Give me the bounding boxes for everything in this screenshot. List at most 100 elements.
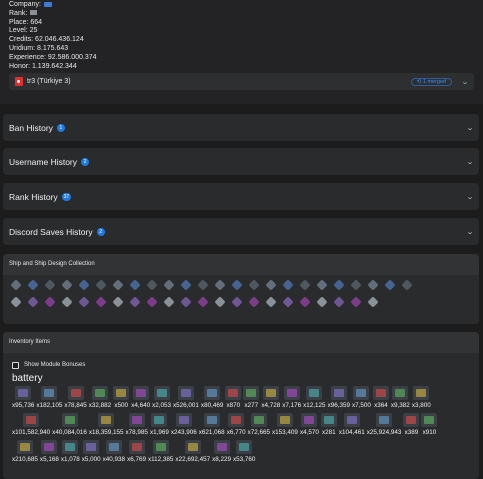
- ship-thumbnail[interactable]: [264, 295, 278, 309]
- ship-thumbnail[interactable]: [247, 295, 261, 309]
- inventory-item[interactable]: x80,469: [201, 386, 223, 410]
- inventory-item[interactable]: x4,570: [300, 413, 319, 437]
- ship-thumbnail[interactable]: [349, 278, 363, 292]
- inventory-item[interactable]: x78,985: [126, 413, 148, 437]
- ship-thumbnail[interactable]: [94, 278, 108, 292]
- inventory-item[interactable]: x5,000: [82, 440, 101, 464]
- inventory-item[interactable]: x101,582,940: [12, 413, 50, 437]
- ship-thumbnail[interactable]: [281, 278, 295, 292]
- accordion-discord-saves-history[interactable]: Discord Saves History 2 ⌄: [3, 218, 479, 245]
- inventory-item[interactable]: x210,685: [12, 440, 38, 464]
- ship-thumbnail[interactable]: [60, 295, 74, 309]
- ship-thumbnail[interactable]: [128, 278, 142, 292]
- inventory-item[interactable]: x153,409: [272, 413, 298, 437]
- ship-thumbnail[interactable]: [298, 278, 312, 292]
- inventory-item[interactable]: x9,382: [391, 386, 410, 410]
- inventory-item[interactable]: x281: [320, 413, 337, 437]
- inventory-item[interactable]: x40,938: [103, 440, 125, 464]
- ship-thumbnail[interactable]: [9, 295, 23, 309]
- inventory-item[interactable]: x6,770: [227, 413, 246, 437]
- ship-thumbnail[interactable]: [383, 278, 397, 292]
- inventory-item[interactable]: x7,176: [282, 386, 301, 410]
- inventory-item[interactable]: x32,882: [89, 386, 111, 410]
- ship-thumbnail[interactable]: [128, 295, 142, 309]
- server-row[interactable]: tr3 (Türkiye 3) ⟲ 1 merged ⌄: [9, 73, 474, 90]
- ship-thumbnail[interactable]: [196, 278, 210, 292]
- ship-thumbnail[interactable]: [145, 295, 159, 309]
- accordion-username-history[interactable]: Username History 2 ⌄: [3, 148, 479, 175]
- ship-thumbnail[interactable]: [43, 278, 57, 292]
- module-bonus-checkbox[interactable]: [12, 361, 19, 369]
- inventory-item[interactable]: x12,125: [303, 386, 326, 410]
- inventory-item[interactable]: x7,500: [352, 386, 371, 410]
- inventory-item[interactable]: x500: [113, 386, 130, 410]
- inventory-item[interactable]: x621,068: [199, 413, 225, 437]
- inventory-item[interactable]: x870: [225, 386, 242, 410]
- inventory-item[interactable]: x40,084,016: [52, 413, 87, 437]
- chevron-down-icon[interactable]: ⌄: [466, 124, 474, 132]
- ship-thumbnail[interactable]: [162, 295, 176, 309]
- inventory-item[interactable]: x910: [421, 413, 438, 437]
- ship-thumbnail[interactable]: [332, 278, 346, 292]
- ship-thumbnail[interactable]: [264, 278, 278, 292]
- ship-thumbnail[interactable]: [94, 295, 108, 309]
- ship-thumbnail[interactable]: [281, 295, 295, 309]
- inventory-item[interactable]: x18,359,155: [89, 413, 124, 437]
- inventory-item[interactable]: x78,845: [64, 386, 87, 410]
- inventory-item[interactable]: x22,692,457: [175, 440, 210, 464]
- chevron-down-icon[interactable]: ⌄: [466, 158, 474, 166]
- inventory-item[interactable]: x25,924,943: [367, 413, 401, 437]
- inventory-item[interactable]: x243,906: [171, 413, 197, 437]
- accordion-rank-history[interactable]: Rank History 37 ⌄: [3, 183, 479, 210]
- ship-thumbnail[interactable]: [162, 278, 176, 292]
- ship-thumbnail[interactable]: [366, 295, 380, 309]
- ship-thumbnail[interactable]: [179, 278, 193, 292]
- inventory-item[interactable]: x277: [243, 386, 260, 410]
- ship-thumbnail[interactable]: [230, 278, 244, 292]
- inventory-item[interactable]: x389: [403, 413, 420, 437]
- ship-thumbnail[interactable]: [43, 295, 57, 309]
- ship-thumbnail[interactable]: [77, 278, 91, 292]
- inventory-item[interactable]: x1,969: [150, 413, 169, 437]
- inventory-item[interactable]: x8,229: [212, 440, 231, 464]
- chevron-down-icon[interactable]: ⌄: [461, 78, 469, 86]
- inventory-item[interactable]: x364: [372, 386, 389, 410]
- ship-thumbnail[interactable]: [9, 278, 23, 292]
- ship-thumbnail[interactable]: [213, 295, 227, 309]
- ship-thumbnail[interactable]: [26, 278, 40, 292]
- ship-thumbnail[interactable]: [349, 295, 363, 309]
- inventory-item[interactable]: x72,665: [248, 413, 270, 437]
- inventory-item[interactable]: x6,769: [127, 440, 146, 464]
- ship-thumbnail[interactable]: [26, 295, 40, 309]
- inventory-item[interactable]: x5,168: [40, 440, 59, 464]
- inventory-item[interactable]: x526,001: [173, 386, 199, 410]
- ship-thumbnail[interactable]: [400, 278, 414, 292]
- ship-thumbnail[interactable]: [230, 295, 244, 309]
- ship-thumbnail[interactable]: [315, 295, 329, 309]
- inventory-item[interactable]: x112,385: [148, 440, 173, 464]
- ship-thumbnail[interactable]: [196, 295, 210, 309]
- ship-thumbnail[interactable]: [145, 278, 159, 292]
- ship-thumbnail[interactable]: [247, 278, 261, 292]
- inventory-item[interactable]: x95,736: [12, 386, 34, 410]
- ship-thumbnail[interactable]: [315, 278, 329, 292]
- ship-thumbnail[interactable]: [179, 295, 193, 309]
- inventory-item[interactable]: x182,105: [36, 386, 62, 410]
- inventory-item[interactable]: x53,760: [233, 440, 255, 464]
- chevron-down-icon[interactable]: ⌄: [466, 228, 474, 236]
- inventory-item[interactable]: x1,078: [61, 440, 80, 464]
- ship-thumbnail[interactable]: [77, 295, 91, 309]
- ship-thumbnail[interactable]: [366, 278, 380, 292]
- inventory-item[interactable]: x4,728: [261, 386, 280, 410]
- accordion-ban-history[interactable]: Ban History 1 ⌄: [3, 114, 479, 141]
- module-bonus-toggle[interactable]: Show Module Bonuses: [3, 359, 479, 371]
- chevron-down-icon[interactable]: ⌄: [466, 193, 474, 201]
- ship-thumbnail[interactable]: [60, 278, 74, 292]
- ship-thumbnail[interactable]: [332, 295, 346, 309]
- ship-thumbnail[interactable]: [298, 295, 312, 309]
- inventory-item[interactable]: x4,640: [131, 386, 150, 410]
- ship-thumbnail[interactable]: [111, 278, 125, 292]
- ship-thumbnail[interactable]: [213, 278, 227, 292]
- inventory-item[interactable]: x3,800: [412, 386, 431, 410]
- inventory-item[interactable]: x104,461: [339, 413, 365, 437]
